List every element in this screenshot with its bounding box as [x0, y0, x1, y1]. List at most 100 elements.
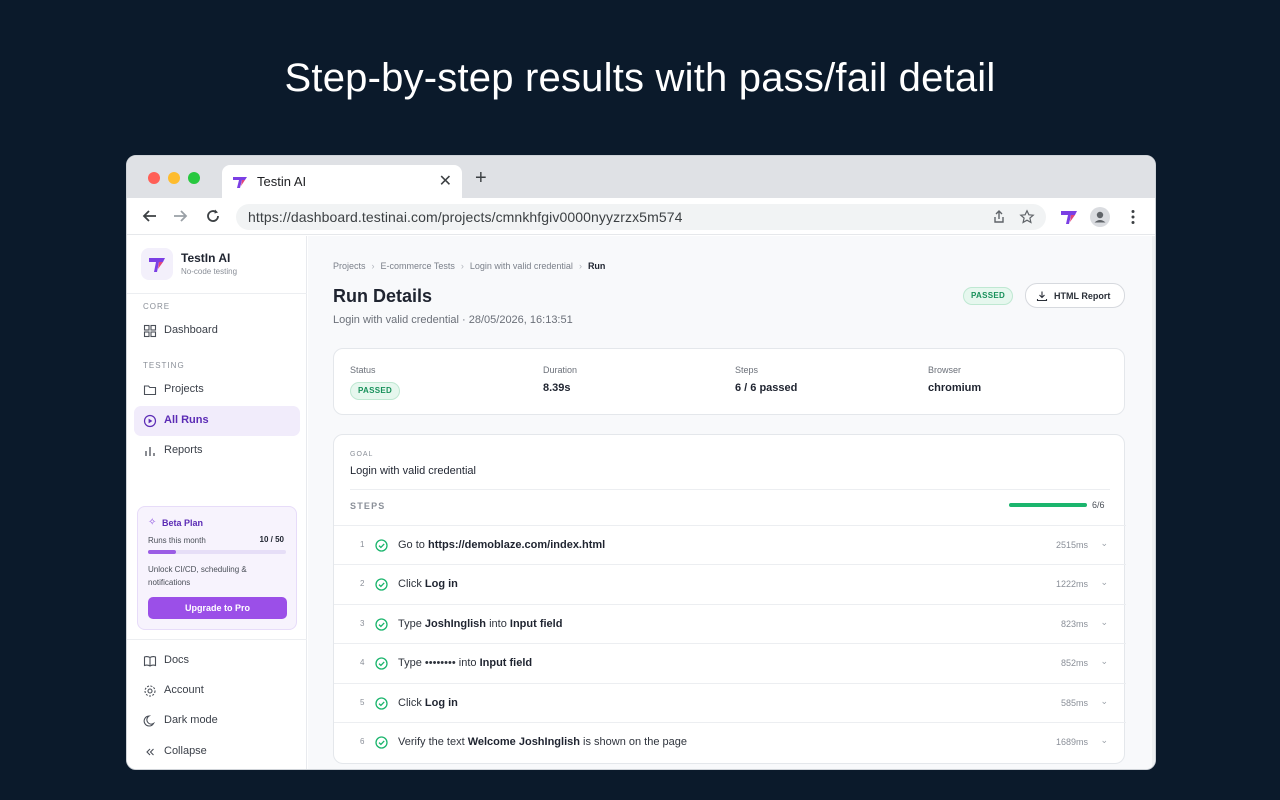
step-action: Click [398, 696, 425, 709]
step-action: Click [398, 578, 425, 591]
stat-steps: Steps 6 / 6 passed [735, 365, 797, 394]
chevron-down-icon[interactable]: ⌄ [1100, 617, 1108, 628]
breadcrumb-project[interactable]: E-commerce Tests [381, 261, 455, 271]
steps-count: 6/6 [1092, 500, 1105, 510]
section-label-core: CORE [143, 302, 171, 311]
goal-steps-card: GOAL Login with valid credential STEPS 6… [333, 434, 1126, 764]
tab-title: Testin AI [257, 174, 307, 189]
back-icon[interactable] [141, 207, 159, 225]
share-icon[interactable] [991, 209, 1007, 225]
forward-icon[interactable] [171, 207, 189, 225]
divider [127, 293, 307, 294]
sidebar-item-reports[interactable]: Reports [134, 436, 300, 466]
stat-label: Steps [735, 365, 759, 375]
breadcrumb-separator: › [578, 261, 582, 271]
testin-logo-icon [233, 177, 247, 188]
runs-label: Runs this month [148, 536, 206, 545]
step-row[interactable]: 1 Go to https://demoblaze.com/index.html 2… [334, 525, 1126, 564]
sidebar-item-account[interactable]: Account [134, 676, 300, 706]
browser-tab[interactable]: Testin AI ✕ [222, 165, 462, 198]
breadcrumb: Projects › E-commerce Tests › Login with val… [333, 261, 605, 271]
step-number: 6 [360, 736, 365, 746]
new-tab-button[interactable]: + [475, 168, 487, 188]
step-duration: 1222ms [1055, 579, 1088, 590]
reload-icon[interactable] [204, 207, 222, 225]
step-row[interactable]: 2 Click Log in 1222ms ⌄ [334, 564, 1126, 603]
step-action: into [455, 657, 480, 670]
chevron-down-icon[interactable]: ⌄ [1100, 538, 1108, 549]
chevron-down-icon[interactable]: ⌄ [1100, 735, 1108, 746]
step-target: Log in [424, 696, 458, 709]
runs-count: 10 / 50 [259, 535, 284, 544]
address-bar: https://dashboard.testinai.com/projects/… [127, 198, 1155, 235]
folder-icon [143, 385, 157, 396]
minimize-window-button[interactable] [168, 172, 180, 184]
page-subtitle: Login with valid credential · 28/05/2026… [333, 314, 573, 326]
step-target: https://demoblaze.com/index.html [427, 539, 606, 551]
stat-status: Status PASSED [350, 365, 401, 400]
sidebar-item-label: Dashboard [164, 324, 218, 336]
browser-menu-icon[interactable] [1123, 207, 1143, 227]
chevron-down-icon[interactable]: ⌄ [1100, 577, 1108, 588]
sidebar-item-dashboard[interactable]: Dashboard [134, 316, 300, 346]
upgrade-to-pro-button[interactable]: Upgrade to Pro [148, 597, 287, 619]
stat-value: 6 / 6 passed [735, 382, 798, 394]
step-row[interactable]: 3 Type JoshInglish into Input field 823ms ⌄ [334, 603, 1126, 643]
chevrons-left-icon [146, 748, 154, 756]
stat-label: Status [350, 365, 376, 375]
testin-logo-icon [149, 258, 165, 272]
play-circle-icon [143, 414, 157, 428]
sidebar: TestIn AI No-code testing CORE Dashboard… [127, 236, 307, 769]
step-duration: 2515ms [1055, 540, 1088, 550]
status-badge: PASSED [963, 287, 1014, 305]
step-action: Go to [398, 539, 428, 551]
close-window-button[interactable] [148, 172, 160, 184]
runs-progress-fill [148, 550, 176, 554]
hero-title: Step-by-step results with pass/fail deta… [284, 56, 996, 100]
testin-extension-icon[interactable] [1059, 207, 1079, 227]
sidebar-item-all-runs[interactable]: All Runs [134, 406, 300, 436]
profile-avatar-icon[interactable] [1090, 207, 1110, 227]
step-target: Welcome JoshInglish [467, 735, 580, 748]
stat-duration: Duration 8.39s [543, 365, 577, 394]
step-description: Click Log in [398, 697, 458, 709]
dashboard-icon [143, 324, 157, 338]
step-number: 1 [360, 540, 365, 549]
collapse-sidebar-button[interactable]: Collapse [134, 737, 300, 767]
html-report-button[interactable]: HTML Report [1025, 283, 1125, 308]
step-number: 5 [360, 697, 365, 707]
html-report-label: HTML Report [1054, 291, 1111, 301]
step-description: Verify the text Welcome JoshInglish is s… [398, 736, 687, 748]
chevron-down-icon[interactable]: ⌄ [1100, 656, 1108, 667]
scrollbar[interactable] [1152, 236, 1155, 769]
dark-mode-toggle[interactable]: Dark mode [134, 706, 300, 736]
sidebar-item-projects[interactable]: Projects [134, 375, 300, 405]
sidebar-item-docs[interactable]: Docs [134, 646, 300, 676]
breadcrumb-test[interactable]: Login with valid credential [470, 261, 573, 271]
stat-value: 8.39s [543, 382, 571, 394]
sidebar-item-label: All Runs [164, 414, 209, 426]
check-circle-icon [375, 618, 388, 631]
beta-description: Unlock CI/CD, scheduling & notifications [148, 565, 247, 587]
step-row[interactable]: 6 Verify the text Welcome JoshInglish is … [334, 721, 1126, 761]
url-text: https://dashboard.testinai.com/projects/… [248, 209, 683, 225]
stat-label: Browser [928, 365, 962, 375]
tab-bar: Testin AI ✕ + [127, 156, 1155, 198]
main-content: Projects › E-commerce Tests › Login with val… [308, 236, 1155, 769]
step-duration: 852ms [1060, 658, 1088, 669]
step-row[interactable]: 5 Click Log in 585ms ⌄ [334, 682, 1126, 722]
maximize-window-button[interactable] [188, 172, 200, 184]
breadcrumb-projects[interactable]: Projects [333, 261, 366, 271]
book-icon [143, 656, 157, 667]
chevron-down-icon[interactable]: ⌄ [1100, 696, 1108, 707]
step-description: Type •••••••• into Input field [398, 657, 532, 669]
brand-logo [141, 248, 173, 280]
steps-progress-bar [1009, 503, 1087, 507]
star-icon[interactable] [1019, 209, 1035, 225]
breadcrumb-separator: › [371, 261, 375, 271]
section-label-testing: TESTING [143, 361, 185, 370]
goal-text: Login with valid credential [350, 465, 476, 477]
url-bar[interactable]: https://dashboard.testinai.com/projects/… [236, 204, 1046, 230]
step-row[interactable]: 4 Type •••••••• into Input field 852ms ⌄ [334, 643, 1126, 682]
close-tab-icon[interactable]: ✕ [439, 171, 452, 191]
